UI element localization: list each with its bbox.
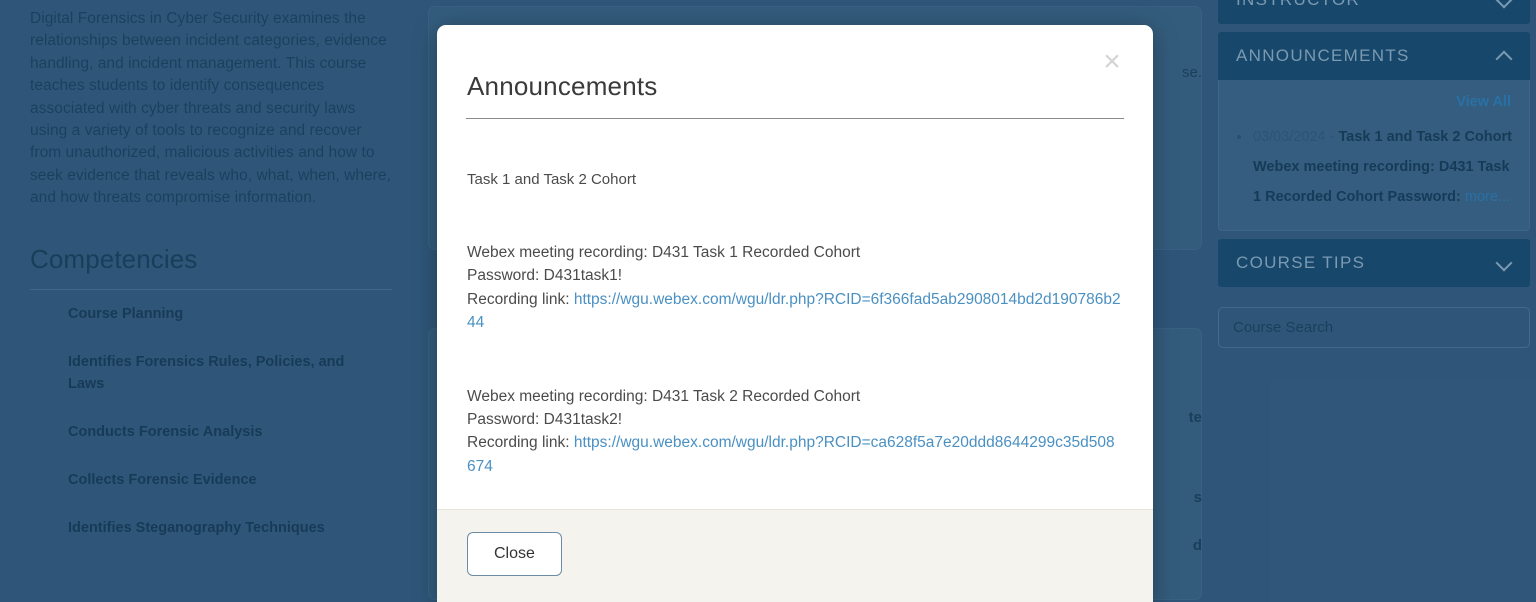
recording-link-label: Recording link: xyxy=(467,434,574,452)
panel-title: ANNOUNCEMENTS xyxy=(1236,46,1410,65)
chevron-up-icon xyxy=(1496,48,1512,64)
announcement-more-link[interactable]: more... xyxy=(1465,189,1510,205)
announcement-block: Webex meeting recording: D431 Task 2 Rec… xyxy=(467,385,1123,479)
recording-password: Password: D431task1! xyxy=(467,267,623,285)
chevron-down-icon xyxy=(1496,0,1512,8)
view-all-link[interactable]: View All xyxy=(1235,90,1513,122)
modal-title-divider xyxy=(466,118,1124,119)
competency-label: Identifies Steganography Techniques xyxy=(68,519,325,536)
close-icon[interactable]: × xyxy=(1095,45,1129,79)
announcements-modal: × Announcements Task 1 and Task 2 Cohort… xyxy=(437,25,1153,602)
panel-instructor: INSTRUCTOR xyxy=(1218,0,1530,24)
recording-link-row: Recording link: https://wgu.webex.com/wg… xyxy=(467,431,1123,478)
competency-item[interactable]: Conducts Forensic Analysis xyxy=(30,408,392,456)
chevron-down-icon xyxy=(1496,255,1512,271)
course-description: Digital Forensics in Cyber Security exam… xyxy=(30,10,391,207)
page-root: Digital Forensics in Cyber Security exam… xyxy=(0,0,1536,602)
recording-password: Password: D431task2! xyxy=(467,411,623,429)
obscured-text-fragment: te xyxy=(1188,409,1202,426)
chevron-down-icon xyxy=(38,366,52,380)
competency-label: Course Planning xyxy=(68,305,184,322)
chevron-down-icon xyxy=(38,473,52,487)
panel-title: COURSE TIPS xyxy=(1236,253,1366,272)
panel-announcements: ANNOUNCEMENTS View All 03/03/2024 - Task… xyxy=(1218,32,1530,231)
recording-title: Webex meeting recording: D431 Task 2 Rec… xyxy=(467,387,861,405)
obscured-text-fragment: s xyxy=(1193,489,1202,506)
announcement-block: Webex meeting recording: D431 Task 1 Rec… xyxy=(467,241,1123,335)
announcement-list-item[interactable]: 03/03/2024 - Task 1 and Task 2 Cohort We… xyxy=(1235,122,1513,212)
obscured-text-fragment: d xyxy=(1192,537,1202,554)
course-sidebar: INSTRUCTOR ANNOUNCEMENTS View All 03/03/… xyxy=(1210,0,1536,348)
recording-link-label: Recording link: xyxy=(467,290,574,308)
chevron-down-icon xyxy=(38,521,52,535)
course-content-column: se. te s d xyxy=(420,0,1210,600)
panel-course-tips: COURSE TIPS xyxy=(1218,239,1530,287)
competency-label: Identifies Forensics Rules, Policies, an… xyxy=(68,353,345,392)
obscured-text-fragment: se. xyxy=(1181,64,1202,81)
panel-body-announcements: View All 03/03/2024 - Task 1 and Task 2 … xyxy=(1218,80,1530,231)
recording-link-row: Recording link: https://wgu.webex.com/wg… xyxy=(467,288,1123,335)
modal-header: × Announcements xyxy=(437,25,1153,119)
competency-item[interactable]: Identifies Steganography Techniques xyxy=(30,504,392,552)
competency-item[interactable]: Identifies Forensics Rules, Policies, an… xyxy=(30,338,392,408)
competency-label: Collects Forensic Evidence xyxy=(68,471,257,488)
announcement-list: 03/03/2024 - Task 1 and Task 2 Cohort We… xyxy=(1235,122,1513,212)
panel-header-announcements[interactable]: ANNOUNCEMENTS xyxy=(1218,32,1530,80)
competencies-heading: Competencies xyxy=(30,243,198,274)
modal-title: Announcements xyxy=(467,71,658,101)
chevron-down-icon xyxy=(38,425,52,439)
close-button[interactable]: Close xyxy=(467,532,562,576)
course-overview-column: Digital Forensics in Cyber Security exam… xyxy=(0,0,420,552)
announcement-heading: Task 1 and Task 2 Cohort xyxy=(467,171,636,188)
panel-header-instructor[interactable]: INSTRUCTOR xyxy=(1218,0,1530,24)
chevron-down-icon xyxy=(38,307,52,321)
competency-item[interactable]: Course Planning xyxy=(30,290,392,338)
competencies-list: Course Planning Identifies Forensics Rul… xyxy=(30,290,392,552)
recording-title: Webex meeting recording: D431 Task 1 Rec… xyxy=(467,244,861,261)
competency-label: Conducts Forensic Analysis xyxy=(68,423,263,440)
panel-title: INSTRUCTOR xyxy=(1236,0,1360,10)
panel-header-course-tips[interactable]: COURSE TIPS xyxy=(1218,239,1530,287)
competency-item[interactable]: Collects Forensic Evidence xyxy=(30,456,392,504)
modal-footer: Close xyxy=(437,509,1153,602)
modal-body: Task 1 and Task 2 Cohort Webex meeting r… xyxy=(437,119,1153,509)
course-search-input[interactable] xyxy=(1218,307,1530,348)
announcement-date: 03/03/2024 - xyxy=(1253,129,1339,145)
